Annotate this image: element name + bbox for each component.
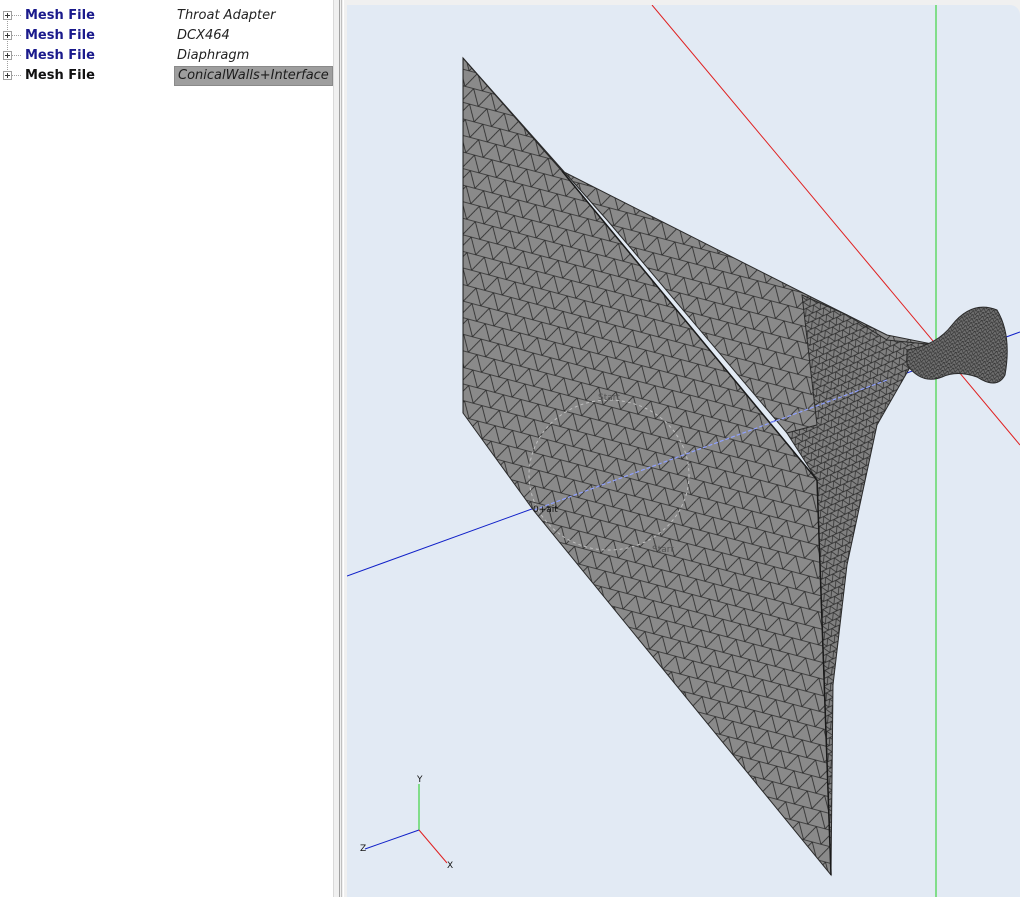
3d-viewport[interactable]: Start Start 0+ait Y Z X <box>347 5 1020 897</box>
tree-item-diaphragm[interactable]: Mesh File Diaphragm <box>0 46 333 70</box>
tree-connector <box>12 75 21 77</box>
expand-icon[interactable] <box>3 31 12 40</box>
tree-item-dcx464[interactable]: Mesh File DCX464 <box>0 26 333 50</box>
horn-mesh-face-left <box>462 56 832 877</box>
triad-x-label: X <box>447 861 453 871</box>
tree-item-name[interactable]: DCX464 <box>174 27 233 45</box>
expand-icon[interactable] <box>3 71 12 80</box>
expand-icon[interactable] <box>3 51 12 60</box>
tree-item-type: Mesh File <box>25 28 95 43</box>
triad-y-label: Y <box>416 775 423 785</box>
splitter-edge <box>341 0 342 897</box>
tree-item-name[interactable]: Throat Adapter <box>174 7 278 25</box>
orientation-triad: Y Z X <box>360 775 453 871</box>
mesh-label-start-top: Start <box>598 393 620 403</box>
tree-item-type: Mesh File <box>25 68 95 83</box>
model-tree: Mesh File Throat Adapter Mesh File DCX46… <box>0 0 333 897</box>
tree-connector <box>12 55 21 57</box>
viewport-canvas[interactable]: Start Start 0+ait Y Z X <box>347 5 1020 897</box>
tree-item-throat-adapter[interactable]: Mesh File Throat Adapter <box>0 6 333 30</box>
tree-connector <box>12 15 21 17</box>
triad-z-axis <box>364 829 420 850</box>
tree-item-type: Mesh File <box>25 8 95 23</box>
triad-x-axis <box>418 829 448 864</box>
tree-connector <box>12 35 21 37</box>
tree-item-type: Mesh File <box>25 48 95 63</box>
mesh-label-start-bottom: Start <box>652 545 674 555</box>
splitter-edge <box>339 0 340 897</box>
expand-icon[interactable] <box>3 11 12 20</box>
tree-item-conical-walls-interface[interactable]: Mesh File ConicalWalls+Interface <box>0 66 333 86</box>
tree-item-name[interactable]: Diaphragm <box>174 47 252 65</box>
mesh-label-origin: 0+ait <box>533 505 558 515</box>
triad-z-label: Z <box>360 844 366 854</box>
tree-item-name-selected[interactable]: ConicalWalls+Interface <box>174 66 333 86</box>
